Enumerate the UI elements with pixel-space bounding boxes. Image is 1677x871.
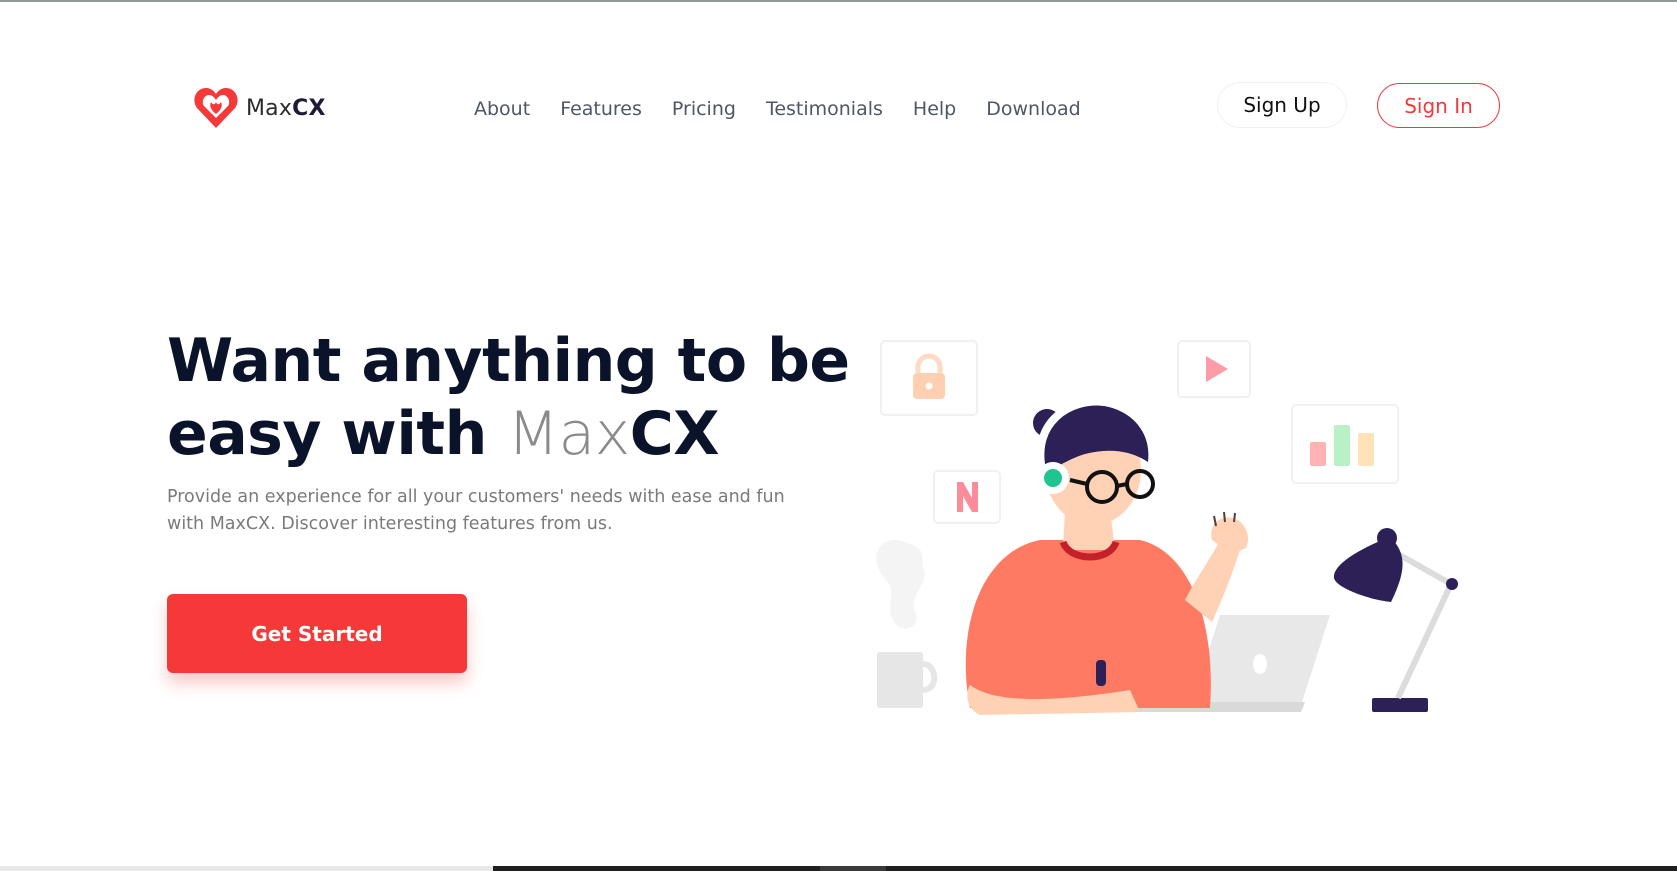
sign-in-button[interactable]: Sign In (1377, 83, 1500, 128)
netflix-card (933, 470, 1001, 524)
chart-card (1291, 404, 1399, 484)
play-card (1177, 340, 1251, 398)
heart-logo-icon (194, 88, 238, 128)
nav-item-testimonials[interactable]: Testimonials (766, 98, 883, 120)
hero-title-brand-bold: CX (629, 399, 720, 469)
desk-lamp (1333, 528, 1458, 712)
steam-shape (876, 539, 925, 629)
logo-text: MaxCX (246, 95, 326, 121)
hero-title: Want anything to be easy with MaxCX (167, 325, 867, 471)
hero-title-brand-light: Max (507, 399, 630, 469)
taskbar-dark-segment (493, 866, 1677, 871)
person (965, 397, 1249, 715)
nav-item-help[interactable]: Help (913, 98, 956, 120)
nav-item-pricing[interactable]: Pricing (672, 98, 736, 120)
window-top-border (0, 0, 1677, 2)
sign-up-button[interactable]: Sign Up (1218, 83, 1346, 127)
nav-item-features[interactable]: Features (560, 98, 642, 120)
hero-description: Provide an experience for all your custo… (167, 487, 785, 534)
taskbar-strip (0, 866, 1677, 871)
logo[interactable]: MaxCX (192, 84, 326, 132)
lock-card (880, 340, 978, 416)
get-started-button[interactable]: Get Started (167, 594, 467, 673)
nav-item-about[interactable]: About (474, 98, 530, 120)
taskbar-mid-segment (820, 866, 886, 871)
main-nav: About Features Pricing Testimonials Help… (474, 98, 1111, 120)
mug (877, 652, 938, 708)
hero-title-line1: Want anything to be (167, 326, 850, 396)
nav-item-download[interactable]: Download (986, 98, 1080, 120)
hero-title-line2-prefix: easy with (167, 399, 508, 469)
hero-illustration (876, 340, 1458, 715)
